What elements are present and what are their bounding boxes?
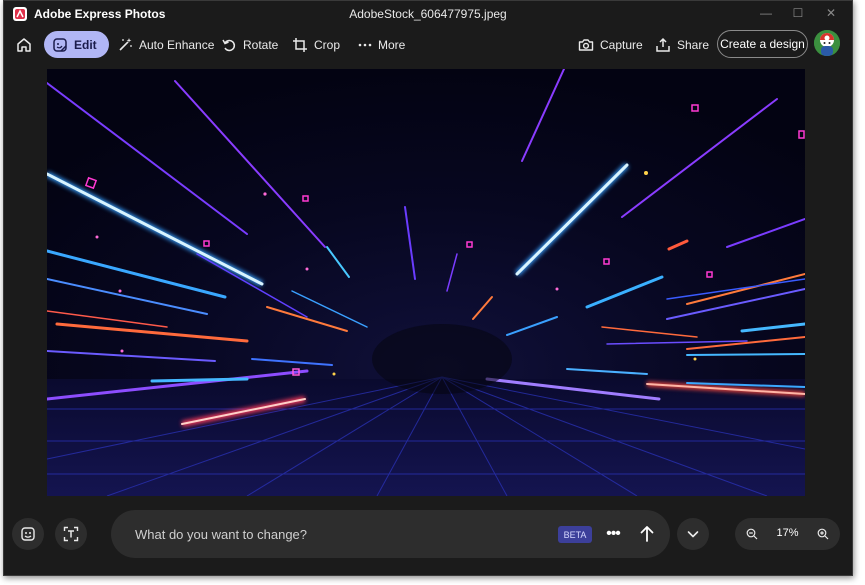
zoom-in-button[interactable]	[814, 525, 832, 543]
arrow-up-icon	[640, 526, 654, 542]
zoom-out-icon	[746, 528, 758, 540]
share-icon	[656, 37, 670, 52]
sticker-edit-icon	[53, 37, 67, 52]
share-button[interactable]: Share	[655, 31, 709, 58]
toolbar: Edit Auto Enhance Rotate Crop More Captu…	[4, 29, 852, 61]
sticker-panel-button[interactable]	[12, 518, 44, 550]
text-recognition-button[interactable]	[55, 518, 87, 550]
zoom-control: 17%	[735, 518, 840, 550]
submit-prompt-button[interactable]	[633, 520, 661, 548]
collapse-panel-button[interactable]	[677, 518, 709, 550]
capture-button[interactable]: Capture	[578, 31, 643, 58]
capture-label: Capture	[600, 37, 643, 52]
rotate-label: Rotate	[243, 37, 279, 52]
beta-badge: BETA	[558, 526, 592, 543]
edit-button[interactable]: Edit	[44, 31, 109, 58]
prompt-more-button[interactable]: •••	[600, 522, 626, 546]
text-scan-icon	[63, 526, 79, 542]
zoom-out-button[interactable]	[743, 525, 761, 543]
home-icon	[17, 37, 31, 52]
auto-enhance-label: Auto Enhance	[139, 37, 215, 52]
prompt-bar: BETA •••	[111, 510, 670, 558]
magic-wand-icon	[119, 37, 132, 51]
rotate-icon	[222, 39, 236, 51]
camera-icon	[578, 38, 594, 51]
zoom-in-icon	[817, 528, 829, 540]
sticker-icon	[21, 527, 35, 541]
more-dots-icon	[358, 43, 372, 46]
more-label: More	[378, 37, 406, 52]
share-label: Share	[677, 37, 710, 52]
file-name: AdobeStock_606477975.jpeg	[349, 7, 507, 21]
home-button[interactable]	[16, 31, 32, 58]
photo-preview	[47, 69, 805, 496]
zoom-level[interactable]: 17%	[765, 527, 810, 539]
maximize-button[interactable]: ☐	[786, 4, 810, 22]
title-bar: Adobe Express Photos AdobeStock_60647797…	[4, 1, 852, 27]
close-button[interactable]: ✕	[819, 4, 843, 22]
crop-button[interactable]: Crop	[292, 31, 340, 58]
chevron-down-icon	[687, 531, 699, 538]
edit-label: Edit	[74, 37, 97, 52]
image-canvas[interactable]	[47, 69, 805, 496]
auto-enhance-button[interactable]: Auto Enhance	[117, 31, 214, 58]
avatar[interactable]	[814, 30, 840, 56]
more-button[interactable]: More	[358, 31, 405, 58]
crop-label: Crop	[314, 37, 341, 52]
app-window: Adobe Express Photos AdobeStock_60647797…	[3, 0, 853, 576]
crop-icon	[293, 37, 307, 52]
create-design-button[interactable]: Create a design	[717, 30, 808, 58]
prompt-input[interactable]	[135, 524, 535, 544]
minimize-button[interactable]: —	[754, 4, 778, 22]
rotate-button[interactable]: Rotate	[221, 31, 278, 58]
